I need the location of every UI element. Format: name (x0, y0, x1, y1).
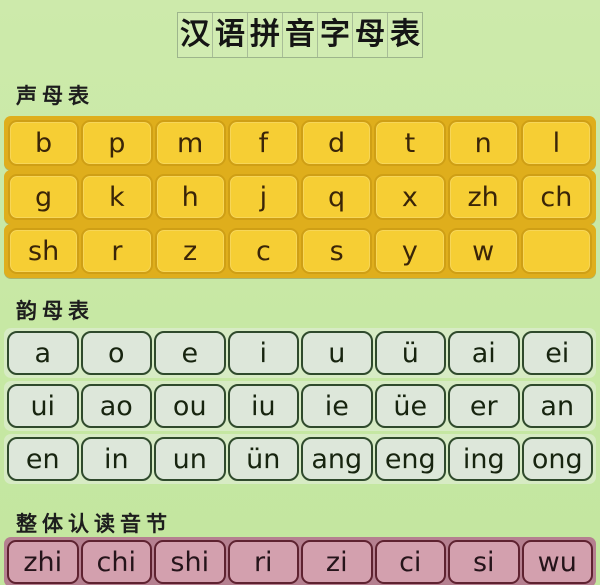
initial-cell[interactable]: h (154, 174, 226, 220)
title-char: 母 (353, 13, 388, 57)
section-heading-initials: 声母表 (16, 83, 94, 108)
final-cell[interactable]: üe (374, 384, 446, 428)
initials-row-3: sh r z c s y w (4, 224, 596, 278)
initials-row-2: g k h j q x zh ch (4, 170, 596, 224)
whole-syllable-cell[interactable]: zi (301, 540, 373, 584)
finals-row-3: en in un ün ang eng ing ong (4, 434, 596, 484)
page-title: 汉 语 拼 音 字 母 表 (0, 12, 600, 58)
final-cell[interactable]: ei (521, 331, 593, 375)
final-cell[interactable]: eng (374, 437, 446, 481)
final-cell[interactable]: ou (154, 384, 226, 428)
title-grid: 汉 语 拼 音 字 母 表 (177, 12, 423, 58)
whole-syllable-cell[interactable]: chi (80, 540, 152, 584)
initial-cell[interactable]: m (154, 120, 226, 166)
initial-cell[interactable]: z (154, 228, 226, 274)
title-char: 字 (318, 13, 353, 57)
pinyin-chart-page: 汉 语 拼 音 字 母 表 声母表 b p m f d t n l g k h … (0, 0, 600, 585)
initial-cell[interactable]: t (374, 120, 446, 166)
section-heading-finals: 韵母表 (16, 298, 94, 323)
title-char: 表 (390, 17, 420, 52)
final-cell[interactable]: ang (301, 437, 373, 481)
initial-cell[interactable]: g (8, 174, 80, 220)
initial-cell[interactable]: c (227, 228, 299, 274)
final-cell[interactable]: ao (80, 384, 152, 428)
final-cell[interactable]: ai (448, 331, 520, 375)
initial-cell[interactable]: j (227, 174, 299, 220)
initial-cell[interactable]: q (301, 174, 373, 220)
initial-cell[interactable]: r (81, 228, 153, 274)
whole-syllable-cell[interactable]: wu (521, 540, 593, 584)
final-cell[interactable]: in (80, 437, 152, 481)
initial-cell[interactable]: ch (520, 174, 592, 220)
initial-cell[interactable]: sh (8, 228, 80, 274)
initial-cell[interactable]: zh (447, 174, 519, 220)
final-cell[interactable]: en (7, 437, 79, 481)
initials-row-1: b p m f d t n l (4, 116, 596, 170)
final-cell[interactable]: ui (7, 384, 79, 428)
whole-syllable-cell[interactable]: zhi (7, 540, 79, 584)
whole-syllable-cell[interactable]: ri (227, 540, 299, 584)
initial-cell[interactable]: k (81, 174, 153, 220)
initial-cell[interactable]: w (447, 228, 519, 274)
final-cell[interactable]: ü (374, 331, 446, 375)
initial-cell[interactable]: s (301, 228, 373, 274)
section-heading-whole-syllables: 整体认读音节 (16, 511, 172, 536)
final-cell[interactable]: ün (227, 437, 299, 481)
title-char: 汉 (178, 13, 213, 57)
title-char: 语 (213, 13, 248, 57)
final-cell[interactable]: ie (301, 384, 373, 428)
final-cell[interactable]: a (7, 331, 79, 375)
final-cell[interactable]: o (80, 331, 152, 375)
final-cell[interactable]: an (521, 384, 593, 428)
initial-cell[interactable]: d (301, 120, 373, 166)
final-cell[interactable]: ing (448, 437, 520, 481)
final-cell[interactable]: u (301, 331, 373, 375)
whole-syllable-cell[interactable]: shi (154, 540, 226, 584)
initial-cell[interactable]: x (374, 174, 446, 220)
final-cell[interactable]: un (154, 437, 226, 481)
final-cell[interactable]: e (154, 331, 226, 375)
initial-cell[interactable]: y (374, 228, 446, 274)
final-cell[interactable]: iu (227, 384, 299, 428)
initial-cell[interactable]: l (520, 120, 592, 166)
initial-cell[interactable]: b (8, 120, 80, 166)
final-cell[interactable]: ong (521, 437, 593, 481)
whole-syllable-cell[interactable]: si (448, 540, 520, 584)
initial-cell[interactable]: f (227, 120, 299, 166)
finals-row-1: a o e i u ü ai ei (4, 328, 596, 378)
final-cell[interactable]: er (448, 384, 520, 428)
title-char: 拼 (248, 13, 283, 57)
whole-syllables-row-1: zhi chi shi ri zi ci si wu (4, 537, 596, 585)
final-cell[interactable]: i (227, 331, 299, 375)
whole-syllable-cell[interactable]: ci (374, 540, 446, 584)
title-char: 音 (283, 13, 318, 57)
initial-cell-empty (520, 228, 592, 274)
initial-cell[interactable]: p (81, 120, 153, 166)
finals-row-2: ui ao ou iu ie üe er an (4, 381, 596, 431)
initial-cell[interactable]: n (447, 120, 519, 166)
